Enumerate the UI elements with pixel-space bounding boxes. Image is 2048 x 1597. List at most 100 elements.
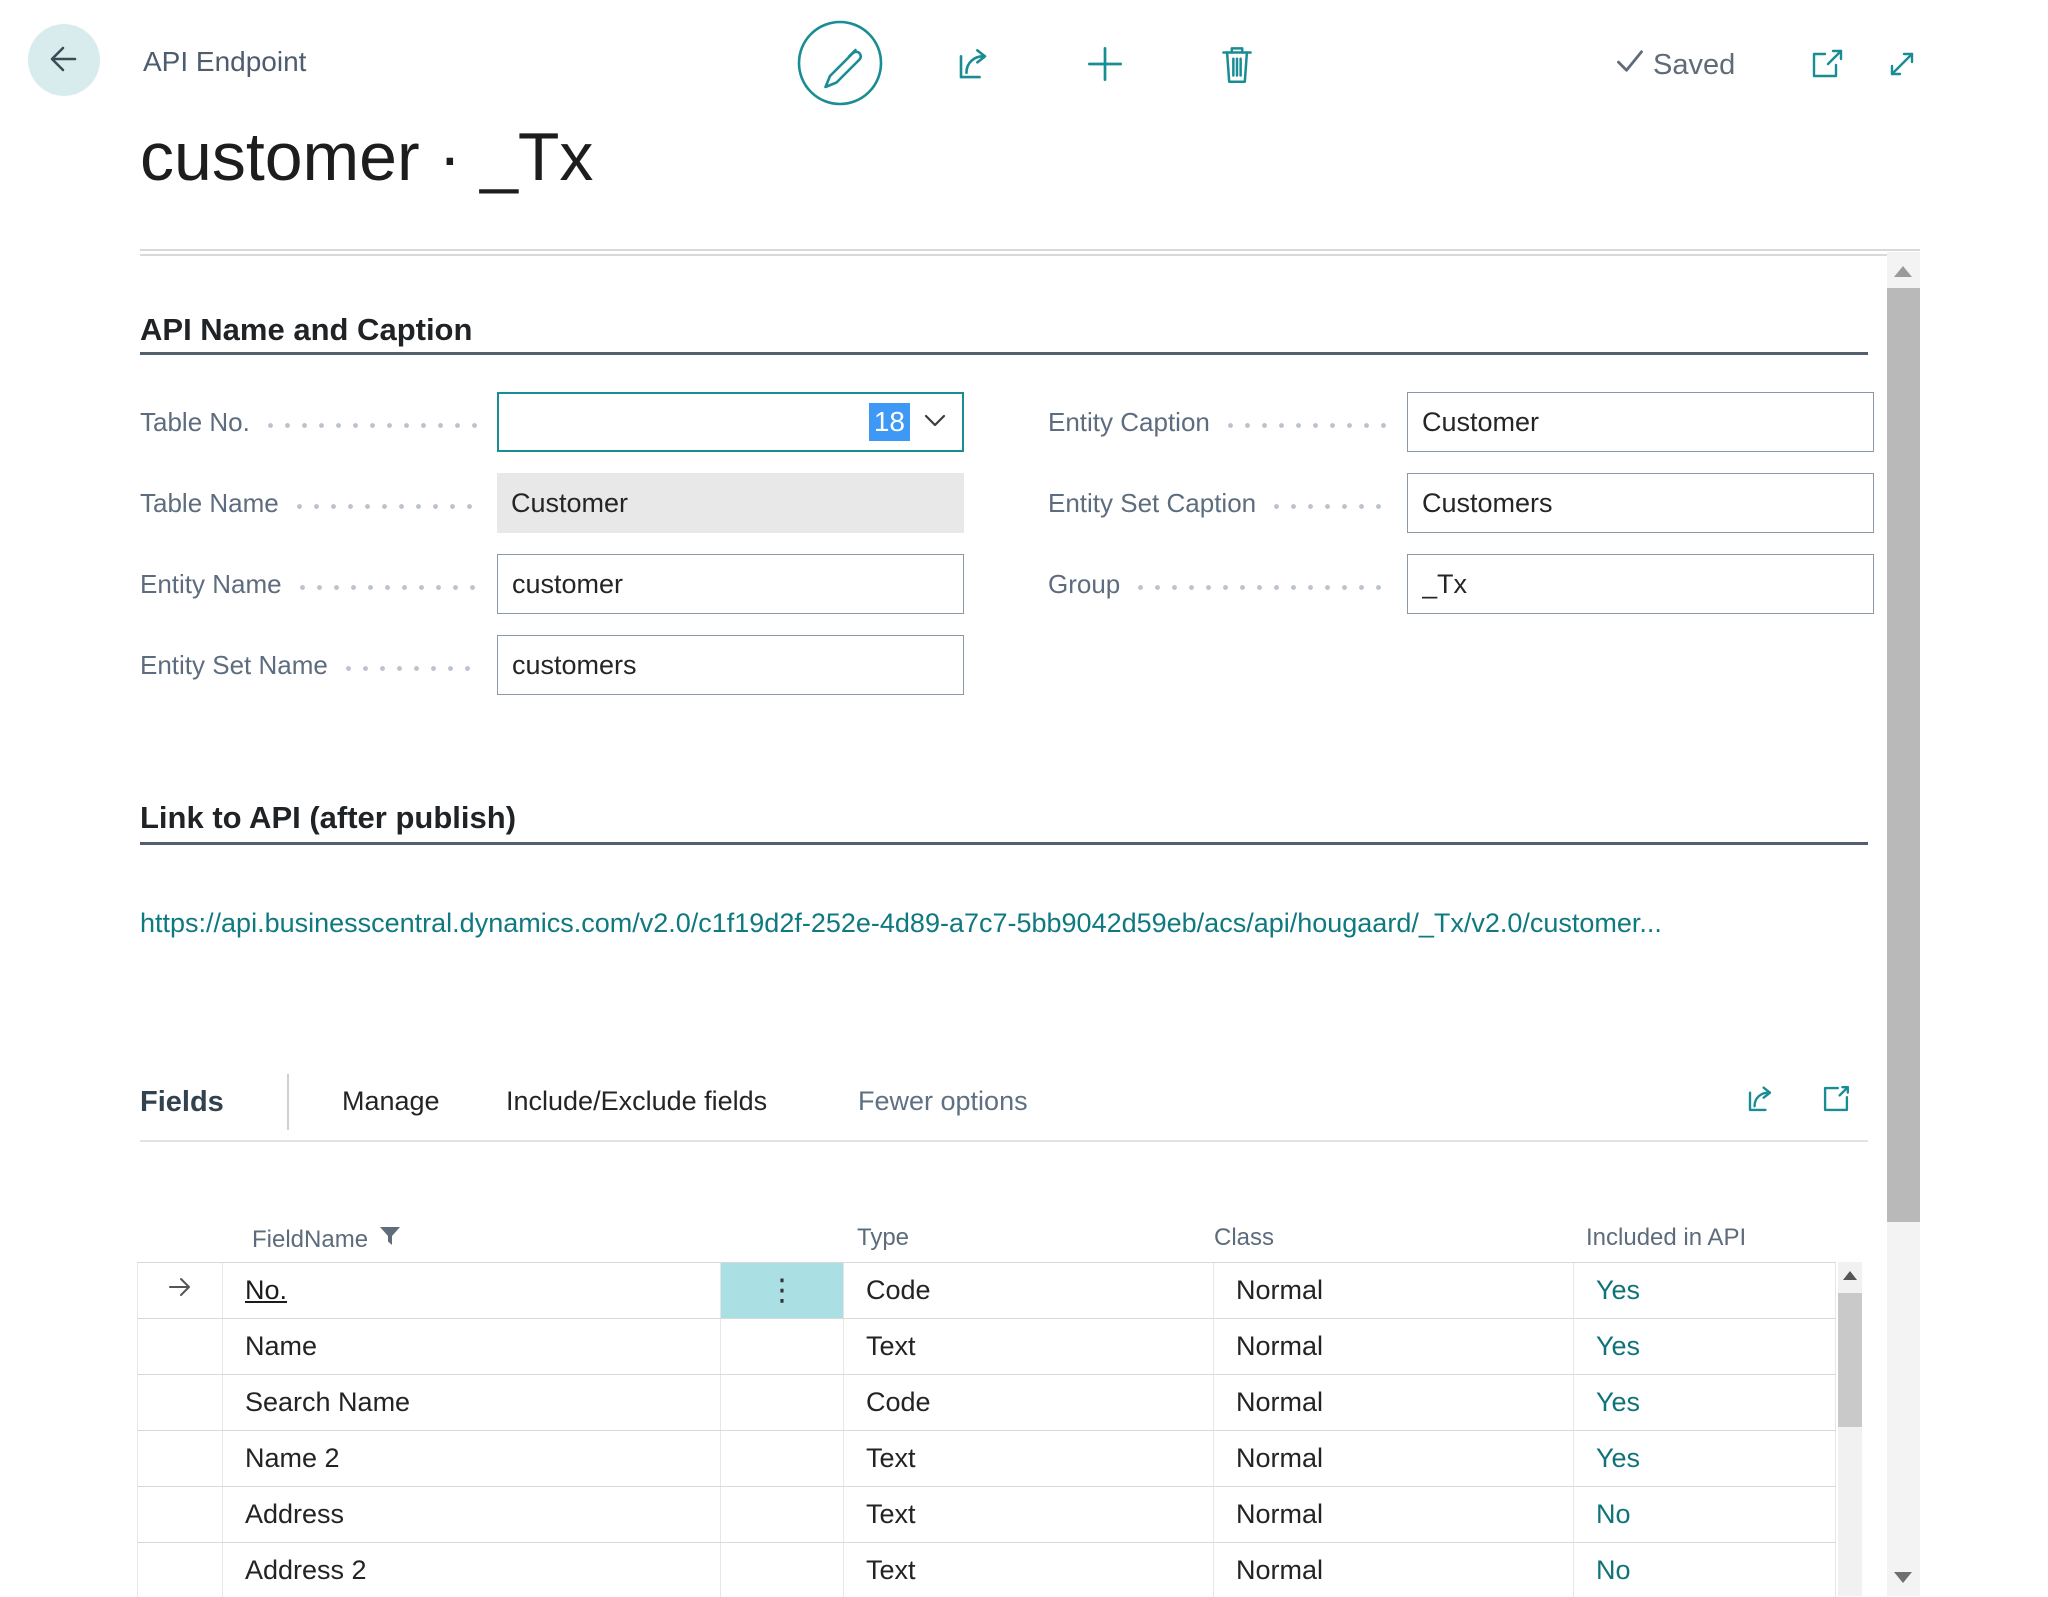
row-options-cell[interactable] bbox=[721, 1431, 844, 1486]
filter-icon bbox=[378, 1224, 402, 1255]
plus-icon bbox=[1082, 41, 1128, 90]
fewer-options-menu-item[interactable]: Fewer options bbox=[858, 1086, 1028, 1117]
type-cell[interactable]: Text bbox=[844, 1431, 1214, 1486]
field-name-cell[interactable]: Address bbox=[223, 1487, 721, 1542]
field-name-cell[interactable]: No. bbox=[223, 1263, 721, 1318]
column-header-type[interactable]: Type bbox=[857, 1224, 909, 1252]
group-field[interactable] bbox=[1407, 554, 1874, 614]
trash-icon bbox=[1214, 39, 1260, 92]
type-cell[interactable]: Text bbox=[844, 1543, 1214, 1597]
table-row[interactable]: Name Text Normal Yes bbox=[138, 1319, 1836, 1375]
open-in-new-window-button[interactable] bbox=[1804, 42, 1852, 88]
table-no-combobox[interactable]: 18 bbox=[497, 392, 964, 452]
include-exclude-fields-menu-item[interactable]: Include/Exclude fields bbox=[506, 1086, 767, 1117]
field-name-cell[interactable]: Search Name bbox=[223, 1375, 721, 1430]
column-header-included[interactable]: Included in API bbox=[1586, 1224, 1746, 1252]
type-cell[interactable]: Text bbox=[844, 1319, 1214, 1374]
field-label-entity-name: Entity Name bbox=[140, 554, 490, 614]
entity-caption-field[interactable] bbox=[1407, 392, 1874, 452]
included-cell[interactable]: Yes bbox=[1574, 1263, 1836, 1318]
row-options-cell[interactable] bbox=[721, 1487, 844, 1542]
current-row-arrow-icon bbox=[165, 1273, 195, 1308]
manage-menu-item[interactable]: Manage bbox=[342, 1086, 440, 1117]
row-options-cell[interactable] bbox=[721, 1319, 844, 1374]
row-options-cell[interactable] bbox=[721, 1543, 844, 1597]
table-scrollbar[interactable] bbox=[1838, 1262, 1862, 1596]
field-label-group: Group bbox=[1048, 554, 1400, 614]
top-separator-line-2 bbox=[140, 254, 1920, 256]
row-options-cell[interactable] bbox=[721, 1375, 844, 1430]
dotted-leader bbox=[262, 423, 480, 428]
share-button[interactable] bbox=[948, 40, 998, 90]
back-button[interactable] bbox=[28, 24, 100, 96]
class-cell[interactable]: Normal bbox=[1214, 1543, 1574, 1597]
share-icon bbox=[949, 40, 997, 91]
fields-part-title: Fields bbox=[140, 1086, 224, 1119]
field-name-cell[interactable]: Name bbox=[223, 1319, 721, 1374]
field-label-table-no: Table No. bbox=[140, 392, 490, 452]
class-cell[interactable]: Normal bbox=[1214, 1487, 1574, 1542]
section-heading-api-name: API Name and Caption bbox=[140, 312, 472, 348]
class-cell[interactable]: Normal bbox=[1214, 1375, 1574, 1430]
top-separator-line bbox=[140, 249, 1920, 251]
table-row[interactable]: Address 2 Text Normal No bbox=[138, 1543, 1836, 1597]
column-header-class[interactable]: Class bbox=[1214, 1224, 1274, 1252]
row-selector-cell[interactable] bbox=[138, 1487, 223, 1542]
dotted-leader bbox=[1222, 423, 1390, 428]
included-cell[interactable]: Yes bbox=[1574, 1375, 1836, 1430]
field-label-entity-set-caption: Entity Set Caption bbox=[1048, 473, 1400, 533]
page-scrollbar-thumb[interactable] bbox=[1887, 288, 1920, 1222]
new-button[interactable] bbox=[1080, 40, 1130, 90]
table-row[interactable]: Search Name Code Normal Yes bbox=[138, 1375, 1836, 1431]
table-scrollbar-thumb[interactable] bbox=[1838, 1293, 1862, 1427]
type-cell[interactable]: Code bbox=[844, 1375, 1214, 1430]
pencil-icon bbox=[796, 19, 884, 110]
included-cell[interactable]: No bbox=[1574, 1487, 1836, 1542]
field-name-cell[interactable]: Address 2 bbox=[223, 1543, 721, 1597]
vertical-ellipsis-icon: ⋮ bbox=[767, 1276, 797, 1306]
edit-button[interactable] bbox=[796, 20, 884, 108]
table-row[interactable]: Name 2 Text Normal Yes bbox=[138, 1431, 1836, 1487]
chevron-down-icon[interactable] bbox=[920, 408, 950, 437]
entity-name-field[interactable] bbox=[497, 554, 964, 614]
table-no-selected-value: 18 bbox=[869, 403, 910, 441]
fields-share-button[interactable] bbox=[1738, 1078, 1782, 1122]
included-cell[interactable]: Yes bbox=[1574, 1319, 1836, 1374]
resize-button[interactable] bbox=[1878, 42, 1926, 88]
dotted-leader bbox=[294, 585, 480, 590]
dotted-leader bbox=[1132, 585, 1390, 590]
page-scrollbar[interactable] bbox=[1887, 252, 1920, 1596]
field-label-entity-caption: Entity Caption bbox=[1048, 392, 1400, 452]
included-cell[interactable]: Yes bbox=[1574, 1431, 1836, 1486]
row-selector-cell[interactable] bbox=[138, 1263, 223, 1318]
api-endpoint-link[interactable]: https://api.businesscentral.dynamics.com… bbox=[140, 908, 1662, 939]
section-heading-link: Link to API (after publish) bbox=[140, 800, 516, 836]
page-scrollbar-up-arrow[interactable] bbox=[1894, 266, 1912, 277]
row-options-cell[interactable]: ⋮ bbox=[721, 1263, 844, 1318]
included-cell[interactable]: No bbox=[1574, 1543, 1836, 1597]
row-selector-cell[interactable] bbox=[138, 1375, 223, 1430]
table-row[interactable]: No. ⋮ Code Normal Yes bbox=[138, 1263, 1836, 1319]
focus-mode-icon bbox=[1816, 1079, 1856, 1122]
column-header-fieldname[interactable]: FieldName bbox=[252, 1224, 402, 1255]
entity-set-caption-field[interactable] bbox=[1407, 473, 1874, 533]
page-scrollbar-down-arrow[interactable] bbox=[1894, 1572, 1912, 1583]
back-arrow-icon bbox=[42, 37, 86, 84]
class-cell[interactable]: Normal bbox=[1214, 1431, 1574, 1486]
fields-focus-mode-button[interactable] bbox=[1814, 1078, 1858, 1122]
toolbar-separator bbox=[140, 1140, 1868, 1142]
table-scrollbar-up-arrow[interactable] bbox=[1843, 1271, 1857, 1280]
row-selector-cell[interactable] bbox=[138, 1543, 223, 1597]
entity-set-name-field[interactable] bbox=[497, 635, 964, 695]
class-cell[interactable]: Normal bbox=[1214, 1319, 1574, 1374]
delete-button[interactable] bbox=[1212, 38, 1262, 92]
row-selector-cell[interactable] bbox=[138, 1319, 223, 1374]
class-cell[interactable]: Normal bbox=[1214, 1263, 1574, 1318]
row-selector-cell[interactable] bbox=[138, 1431, 223, 1486]
type-cell[interactable]: Text bbox=[844, 1487, 1214, 1542]
diagonal-resize-icon bbox=[1880, 42, 1924, 89]
type-cell[interactable]: Code bbox=[844, 1263, 1214, 1318]
dotted-leader bbox=[1268, 504, 1390, 509]
field-name-cell[interactable]: Name 2 bbox=[223, 1431, 721, 1486]
table-row[interactable]: Address Text Normal No bbox=[138, 1487, 1836, 1543]
